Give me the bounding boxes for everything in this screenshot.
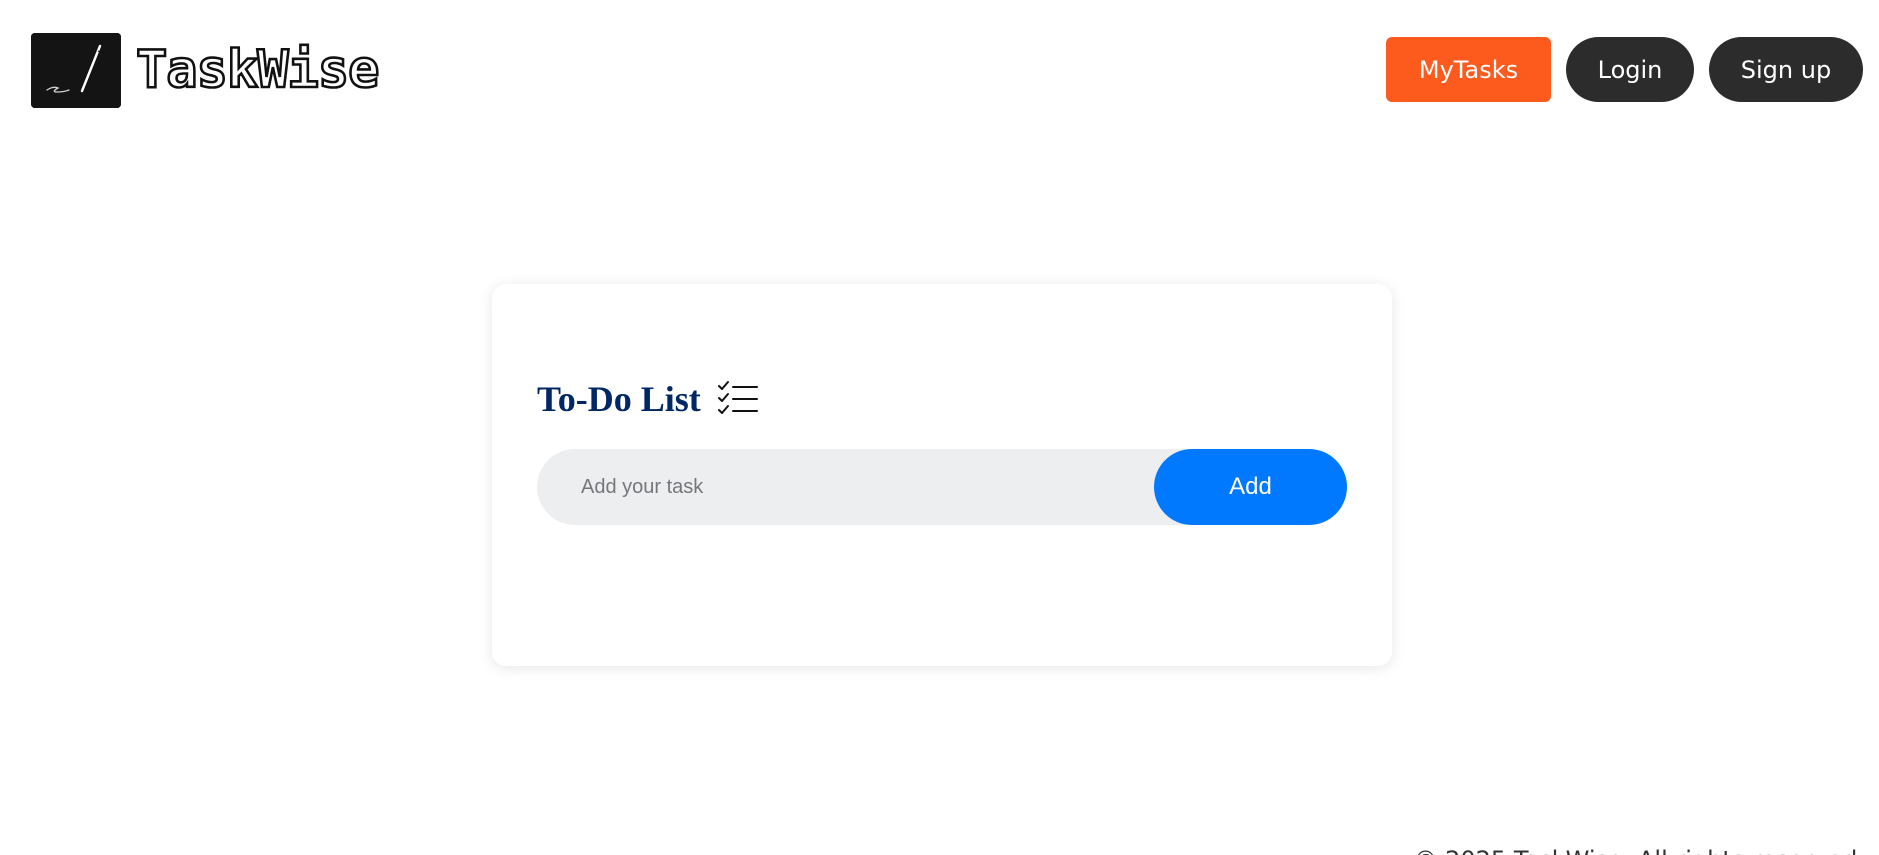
site-header: TaskWise MyTasks Login Sign up bbox=[0, 0, 1879, 140]
brand-name: TaskWise bbox=[135, 40, 381, 100]
todo-heading: To-Do List bbox=[537, 374, 759, 424]
page-title: To-Do List bbox=[537, 379, 701, 419]
mytasks-button[interactable]: MyTasks bbox=[1386, 37, 1551, 102]
add-task-row: Add bbox=[537, 449, 1347, 525]
login-button[interactable]: Login bbox=[1566, 37, 1694, 102]
page: TaskWise MyTasks Login Sign up To-Do Lis… bbox=[0, 0, 1879, 855]
pencil-logo-icon[interactable] bbox=[31, 33, 121, 108]
task-input[interactable] bbox=[537, 449, 1177, 525]
brand-wordmark[interactable]: TaskWise bbox=[135, 38, 381, 102]
signup-button[interactable]: Sign up bbox=[1709, 37, 1863, 102]
footer-copyright: © 2025 TaskWise. All rights reserved. bbox=[1413, 845, 1865, 855]
todo-card: To-Do List Add bbox=[492, 284, 1392, 666]
checklist-icon bbox=[717, 381, 758, 414]
add-task-button[interactable]: Add bbox=[1154, 449, 1347, 525]
